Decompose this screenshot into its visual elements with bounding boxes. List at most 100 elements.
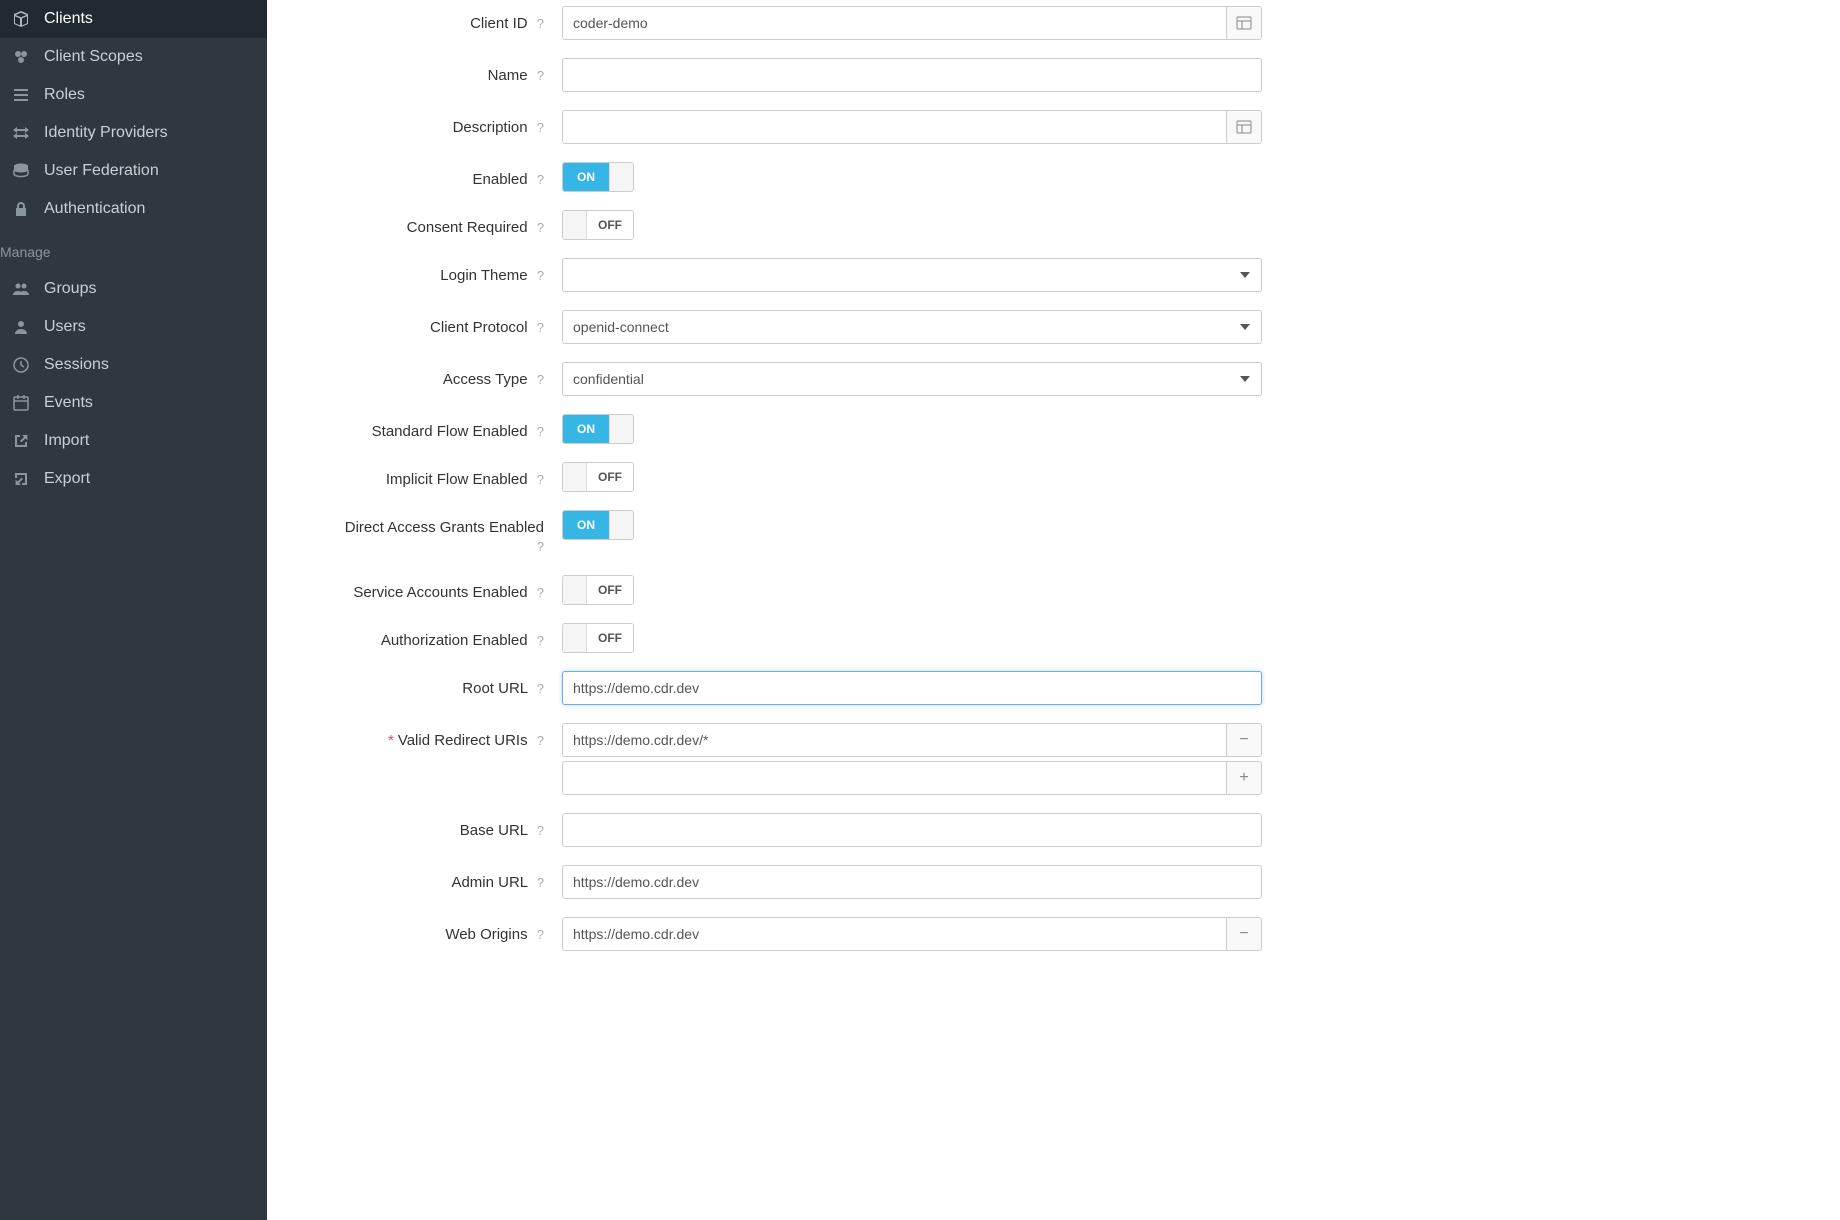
direct-access-grants-toggle[interactable]: ON OFF bbox=[562, 510, 634, 540]
consent-required-toggle[interactable]: ON OFF bbox=[562, 210, 634, 240]
admin-url-input[interactable] bbox=[562, 865, 1262, 899]
help-icon[interactable]: ? bbox=[537, 875, 544, 892]
list-icon bbox=[12, 87, 30, 103]
clock-icon bbox=[12, 357, 30, 373]
login-theme-select[interactable] bbox=[562, 258, 1262, 292]
help-icon[interactable]: ? bbox=[537, 68, 544, 85]
help-icon[interactable]: ? bbox=[537, 927, 544, 944]
row-client-id: Client ID ? bbox=[307, 0, 1800, 40]
label-web-origins: Web Origins ? bbox=[307, 917, 562, 945]
label-standard-flow: Standard Flow Enabled ? bbox=[307, 414, 562, 442]
sidebar-item-users[interactable]: Users bbox=[0, 308, 267, 346]
minus-icon: − bbox=[1239, 925, 1248, 943]
description-input[interactable] bbox=[562, 110, 1226, 144]
row-admin-url: Admin URL ? bbox=[307, 865, 1800, 899]
standard-flow-toggle[interactable]: ON OFF bbox=[562, 414, 634, 444]
help-icon[interactable]: ? bbox=[537, 120, 544, 137]
label-consent-required: Consent Required ? bbox=[307, 210, 562, 238]
help-icon[interactable]: ? bbox=[537, 733, 544, 750]
row-consent-required: Consent Required ? ON OFF bbox=[307, 210, 1800, 240]
help-icon[interactable]: ? bbox=[537, 539, 544, 556]
help-icon[interactable]: ? bbox=[537, 320, 544, 337]
row-access-type: Access Type ? confidential bbox=[307, 362, 1800, 396]
remove-origin-button[interactable]: − bbox=[1226, 917, 1262, 951]
sidebar-item-sessions[interactable]: Sessions bbox=[0, 346, 267, 384]
sidebar-item-roles[interactable]: Roles bbox=[0, 76, 267, 114]
client-protocol-select[interactable]: openid-connect bbox=[562, 310, 1262, 344]
implicit-flow-toggle[interactable]: ON OFF bbox=[562, 462, 634, 492]
help-icon[interactable]: ? bbox=[537, 823, 544, 840]
label-implicit-flow: Implicit Flow Enabled ? bbox=[307, 462, 562, 490]
help-icon[interactable]: ? bbox=[537, 16, 544, 33]
label-client-id: Client ID ? bbox=[307, 6, 562, 34]
row-base-url: Base URL ? bbox=[307, 813, 1800, 847]
export-icon bbox=[12, 471, 30, 487]
label-authorization-enabled: Authorization Enabled ? bbox=[307, 623, 562, 651]
sidebar-item-groups[interactable]: Groups bbox=[0, 270, 267, 308]
name-input[interactable] bbox=[562, 58, 1262, 92]
base-url-input[interactable] bbox=[562, 813, 1262, 847]
sidebar-item-label: Authentication bbox=[44, 200, 145, 218]
sidebar-item-label: User Federation bbox=[44, 162, 159, 180]
label-service-accounts: Service Accounts Enabled ? bbox=[307, 575, 562, 603]
help-icon[interactable]: ? bbox=[537, 585, 544, 602]
sidebar-item-export[interactable]: Export bbox=[0, 460, 267, 498]
sidebar-item-label: Groups bbox=[44, 280, 96, 298]
sidebar-item-label: Export bbox=[44, 470, 90, 488]
valid-redirect-uri-input[interactable] bbox=[562, 723, 1226, 757]
help-icon[interactable]: ? bbox=[537, 268, 544, 285]
service-accounts-toggle[interactable]: ON OFF bbox=[562, 575, 634, 605]
sidebar-item-client-scopes[interactable]: Client Scopes bbox=[0, 38, 267, 76]
sidebar-item-import[interactable]: Import bbox=[0, 422, 267, 460]
row-web-origins: Web Origins ? − bbox=[307, 917, 1800, 951]
arrows-lr-icon bbox=[12, 125, 30, 141]
minus-icon: − bbox=[1239, 731, 1248, 749]
valid-redirect-uri-input-new[interactable] bbox=[562, 761, 1226, 795]
remove-uri-button[interactable]: − bbox=[1226, 723, 1262, 757]
sidebar-item-events[interactable]: Events bbox=[0, 384, 267, 422]
sidebar-item-label: Client Scopes bbox=[44, 48, 143, 66]
sidebar-item-clients[interactable]: Clients bbox=[0, 0, 267, 38]
sidebar-item-label: Users bbox=[44, 318, 86, 336]
sidebar-item-user-federation[interactable]: User Federation bbox=[0, 152, 267, 190]
help-icon[interactable]: ? bbox=[537, 681, 544, 698]
plus-icon: + bbox=[1239, 769, 1248, 787]
sidebar-item-authentication[interactable]: Authentication bbox=[0, 190, 267, 228]
root-url-input[interactable] bbox=[562, 671, 1262, 705]
row-valid-redirect-uris: *Valid Redirect URIs ? − + bbox=[307, 723, 1800, 795]
client-settings-form: Client ID ? Name ? Description ? bbox=[267, 0, 1840, 1220]
sidebar-item-label: Sessions bbox=[44, 356, 109, 374]
label-login-theme: Login Theme ? bbox=[307, 258, 562, 286]
row-client-protocol: Client Protocol ? openid-connect bbox=[307, 310, 1800, 344]
help-icon[interactable]: ? bbox=[537, 172, 544, 189]
lock-icon bbox=[12, 201, 30, 217]
row-name: Name ? bbox=[307, 58, 1800, 92]
database-icon bbox=[12, 163, 30, 179]
sidebar-item-identity-providers[interactable]: Identity Providers bbox=[0, 114, 267, 152]
help-icon[interactable]: ? bbox=[537, 424, 544, 441]
help-icon[interactable]: ? bbox=[537, 220, 544, 237]
localize-icon[interactable] bbox=[1226, 110, 1262, 144]
user-icon bbox=[12, 319, 30, 335]
help-icon[interactable]: ? bbox=[537, 633, 544, 650]
help-icon[interactable]: ? bbox=[537, 472, 544, 489]
access-type-select[interactable]: confidential bbox=[562, 362, 1262, 396]
row-standard-flow: Standard Flow Enabled ? ON OFF bbox=[307, 414, 1800, 444]
sidebar: Clients Client Scopes Roles Identity Pro… bbox=[0, 0, 267, 1220]
client-id-input[interactable] bbox=[562, 6, 1226, 40]
sidebar-item-label: Import bbox=[44, 432, 89, 450]
add-uri-button[interactable]: + bbox=[1226, 761, 1262, 795]
label-name: Name ? bbox=[307, 58, 562, 86]
label-root-url: Root URL ? bbox=[307, 671, 562, 699]
web-origin-input[interactable] bbox=[562, 917, 1226, 951]
row-direct-access-grants: Direct Access Grants Enabled ? ON OFF bbox=[307, 510, 1800, 557]
localize-icon[interactable] bbox=[1226, 6, 1262, 40]
label-client-protocol: Client Protocol ? bbox=[307, 310, 562, 338]
row-root-url: Root URL ? bbox=[307, 671, 1800, 705]
help-icon[interactable]: ? bbox=[537, 372, 544, 389]
authorization-enabled-toggle[interactable]: ON OFF bbox=[562, 623, 634, 653]
sidebar-item-label: Events bbox=[44, 394, 93, 412]
row-service-accounts: Service Accounts Enabled ? ON OFF bbox=[307, 575, 1800, 605]
enabled-toggle[interactable]: ON OFF bbox=[562, 162, 634, 192]
label-description: Description ? bbox=[307, 110, 562, 138]
